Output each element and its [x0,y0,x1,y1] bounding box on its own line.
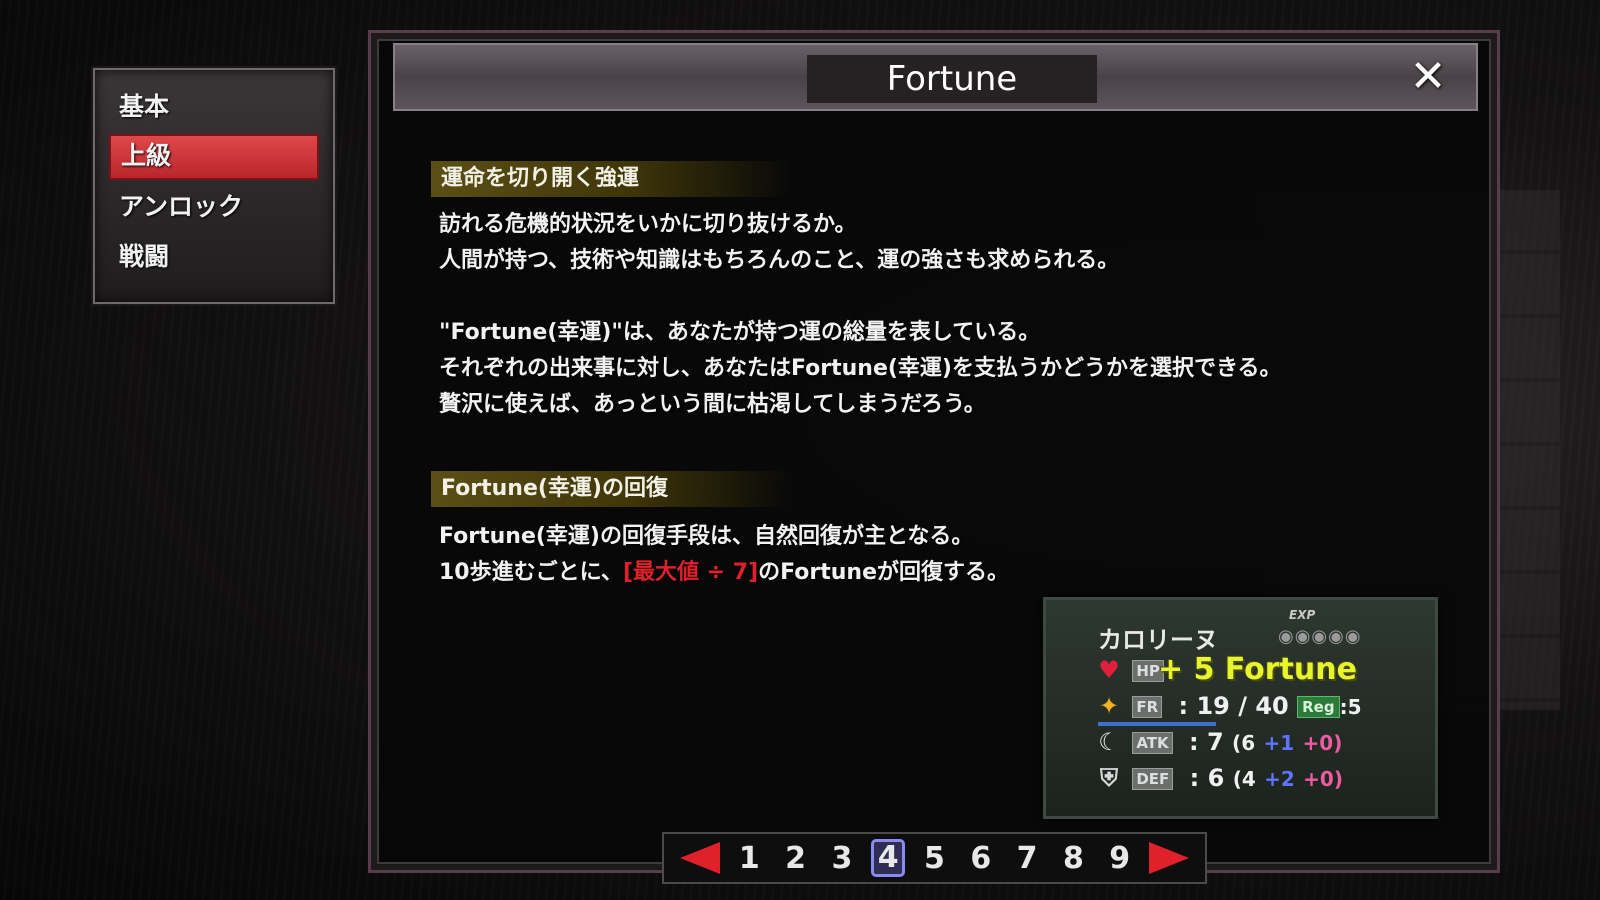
def-bonus-2: +0) [1303,767,1343,791]
page-button-1[interactable]: 1 [732,841,766,876]
exp-label: EXP [1289,608,1316,622]
menu-item-combat[interactable]: 戦闘 [109,234,319,280]
character-name: カロリーヌ [1098,626,1218,654]
shield-icon: ⛨ [1100,764,1118,792]
next-page-arrow-icon[interactable] [1148,842,1189,874]
def-bonus-1: +2 [1264,767,1295,791]
paragraph-line: 人間が持つ、技術や知識はもちろんのこと、運の強さも求められる。 [439,248,1120,273]
atk-base: (6 [1232,731,1256,755]
def-row: ⛨ DEF : 6 (4 +2 +0) [1094,764,1343,792]
paragraph-line: 訪れる危機的状況をいかに切り抜けるか。 [439,212,857,237]
paragraph-line: それぞれの出来事に対し、あなたはFortune(幸運)を支払うかどうかを選択でき… [439,356,1282,381]
def-value: : 6 [1189,764,1225,792]
star-icon: ✦ [1098,692,1120,720]
page-button-4-current[interactable]: 4 [871,839,906,877]
prev-page-arrow-icon[interactable] [680,842,720,874]
page-button-9[interactable]: 9 [1103,841,1137,876]
page-button-8[interactable]: 8 [1056,841,1090,876]
menu-item-advanced[interactable]: 上級 [109,134,319,180]
paragraph-line: Fortune(幸運)の回復手段は、自然回復が主となる。 [439,524,974,549]
close-button[interactable]: ✕ [1402,51,1454,103]
def-base: (4 [1232,767,1256,791]
fr-tag: FR [1132,696,1163,718]
section-heading: 運命を切り開く強運 [431,161,791,197]
crescent-icon: ☾ [1098,728,1120,756]
atk-tag: ATK [1132,732,1173,754]
atk-value: : 7 [1189,728,1224,756]
page-button-7[interactable]: 7 [1010,841,1044,876]
exp-pips: ◉◉◉◉◉ [1278,626,1362,647]
reg-tag: Reg [1297,696,1340,718]
paragraph-line: 10歩進むごとに、[最大値 ÷ 7]のFortuneが回復する。 [439,555,1441,591]
reg-value: :5 [1339,695,1362,719]
heart-icon: ♥ [1098,656,1120,684]
text-segment: 10歩進むごとに、 [439,560,623,585]
title-bar: Fortune ✕ [393,43,1478,111]
page-button-5[interactable]: 5 [917,841,951,876]
help-content: 運命を切り開く強運 訪れる危機的状況をいかに切り抜けるか。 人間が持つ、技術や知… [431,161,1441,591]
page-button-6[interactable]: 6 [964,841,998,876]
paragraph-line: "Fortune(幸運)"は、あなたが持つ運の総量を表している。 [439,320,1041,345]
def-tag: DEF [1132,768,1174,790]
page-button-2[interactable]: 2 [779,841,813,876]
fr-value: : 19 / 40 [1178,692,1289,720]
highlight-formula: [最大値 ÷ 7] [622,560,759,585]
atk-row: ☾ ATK : 7 (6 +1 +0) [1094,728,1342,756]
atk-bonus-1: +1 [1263,731,1295,755]
page-button-3[interactable]: 3 [825,841,859,876]
text-segment: のFortuneが回復する。 [758,560,1010,585]
page-title: Fortune [807,55,1097,103]
page-navigation: 1 2 3 4 5 6 7 8 9 [662,832,1207,884]
menu-item-basic[interactable]: 基本 [109,84,319,130]
atk-bonus-2: +0) [1302,731,1343,755]
fr-row: ✦ FR : 19 / 40 Reg:5 [1094,692,1362,720]
fortune-gain-popup: + 5 Fortune [1158,652,1357,687]
fr-gauge [1098,722,1216,726]
paragraph-line: 贅沢に使えば、あっという間に枯渇してしまうだろう。 [439,392,986,417]
character-status-card: カロリーヌ EXP ◉◉◉◉◉ ♥ HP + 5 Fortune ✦ FR : … [1043,597,1438,819]
category-menu: 基本 上級 アンロック 戦闘 [93,68,335,304]
section-heading: Fortune(幸運)の回復 [431,471,791,507]
menu-item-unlock[interactable]: アンロック [109,184,319,230]
